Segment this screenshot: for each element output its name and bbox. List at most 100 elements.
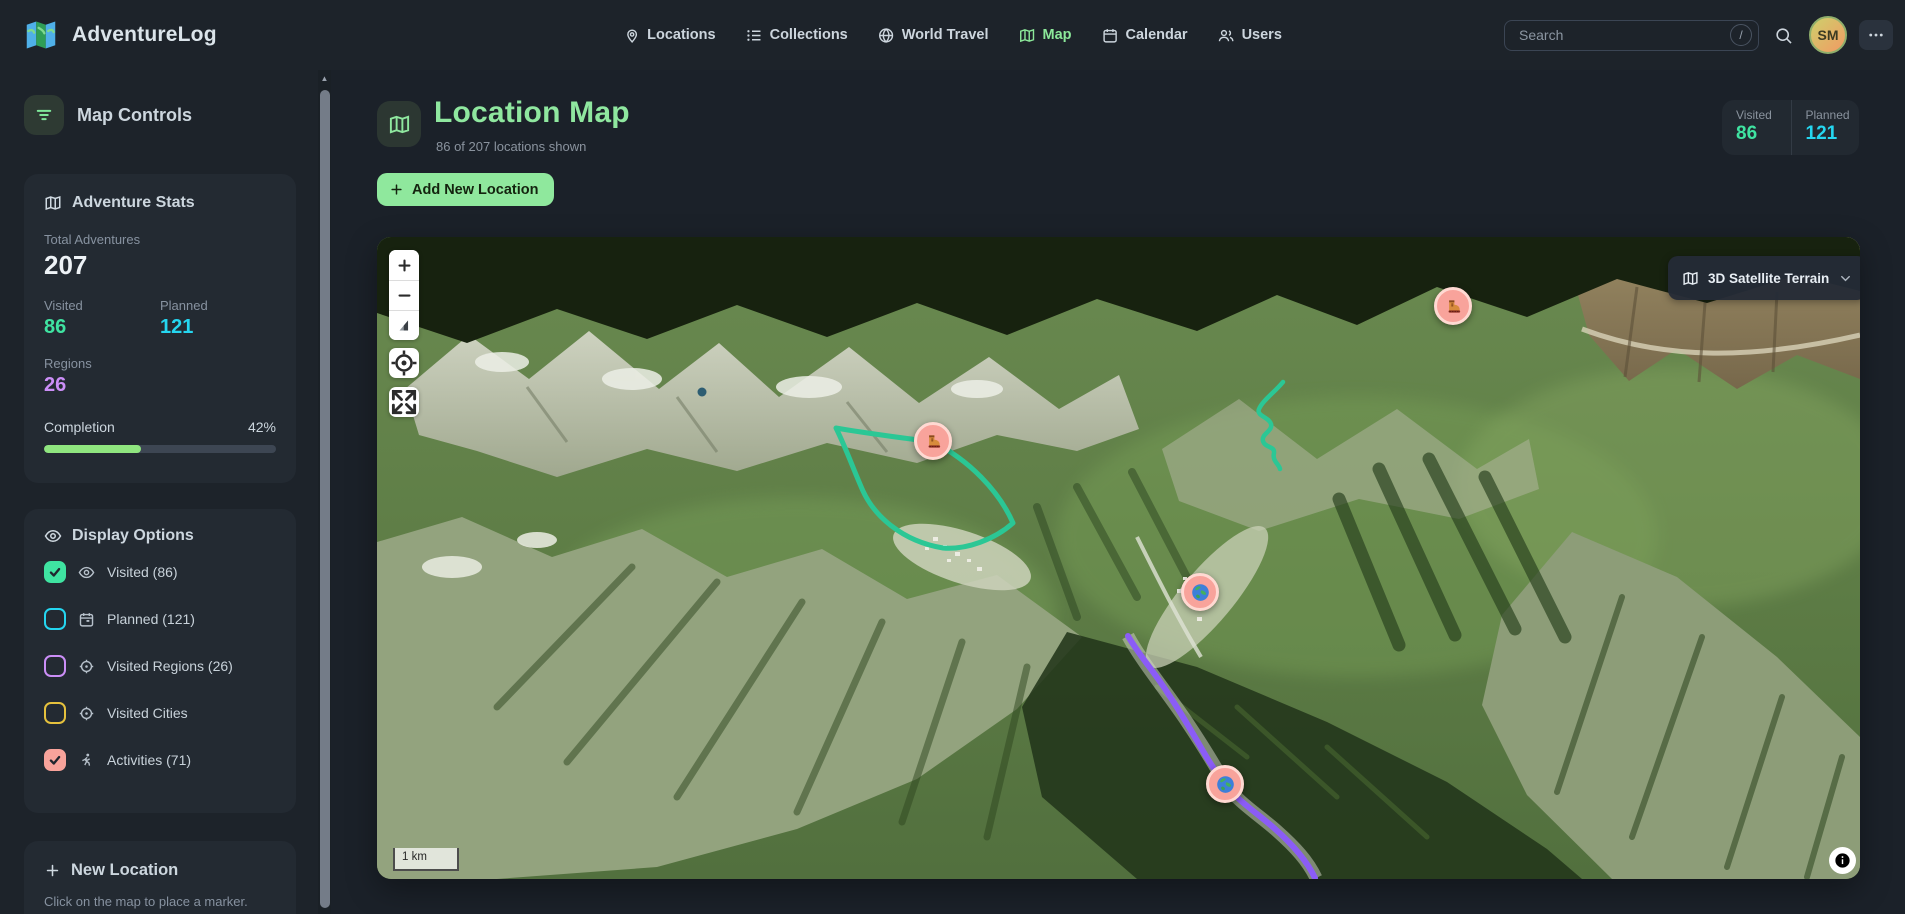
fullscreen-icon xyxy=(389,387,419,417)
nav-item-collections[interactable]: Collections xyxy=(746,27,848,44)
option-label: Visited Regions (26) xyxy=(107,658,233,674)
nav-item-calendar[interactable]: Calendar xyxy=(1102,27,1188,44)
total-adventures-label: Total Adventures xyxy=(44,232,276,247)
zoom-in-button[interactable] xyxy=(389,250,419,280)
navbar-right-cluster: / SM xyxy=(1504,0,1893,70)
new-location-title: New Location xyxy=(71,861,178,880)
plus-icon xyxy=(389,182,404,197)
pin-icon xyxy=(623,27,640,44)
attribution-button[interactable] xyxy=(1829,847,1856,874)
option-visited-regions[interactable]: Visited Regions (26) xyxy=(44,646,276,686)
plus-icon xyxy=(44,862,61,879)
fullscreen-button[interactable] xyxy=(389,387,419,417)
regions-value: 26 xyxy=(44,374,276,397)
nav-label: Locations xyxy=(647,27,715,43)
option-activities[interactable]: Activities (71) xyxy=(44,740,276,780)
sidebar-scrollbar: ▲ xyxy=(318,70,331,914)
planned-value: 121 xyxy=(160,316,276,339)
list-icon xyxy=(746,27,763,44)
badge-visited-label: Visited xyxy=(1736,108,1791,122)
hiking-boot-icon xyxy=(923,431,944,452)
calendar-icon xyxy=(78,611,95,628)
stats-title: Adventure Stats xyxy=(72,194,195,212)
completion-row: Completion 42% xyxy=(44,419,276,435)
planned-label: Planned xyxy=(160,298,276,313)
scrollbar-up-arrow[interactable]: ▲ xyxy=(318,72,331,86)
option-label: Visited Cities xyxy=(107,705,188,721)
stats-card-header: Adventure Stats xyxy=(44,194,276,212)
target-icon xyxy=(78,705,95,722)
new-location-card: New Location Click on the map to place a… xyxy=(24,841,296,914)
map-icon xyxy=(388,113,411,136)
scrollbar-thumb[interactable] xyxy=(320,90,330,908)
user-avatar[interactable]: SM xyxy=(1809,16,1847,54)
planned-checkbox[interactable] xyxy=(44,608,66,630)
runner-icon xyxy=(78,752,95,769)
map-icon xyxy=(44,194,62,212)
search-button[interactable] xyxy=(1767,19,1799,51)
globe-icon xyxy=(1190,582,1211,603)
location-map[interactable]: 3D Satellite Terrain 1 km xyxy=(377,237,1860,879)
eye-icon xyxy=(78,564,95,581)
map-zoom-controls xyxy=(389,250,419,340)
page-title-icon-box xyxy=(377,101,421,147)
activities-checkbox[interactable] xyxy=(44,749,66,771)
visited-marker[interactable] xyxy=(1206,765,1244,803)
map-scale: 1 km xyxy=(393,848,459,871)
option-visited-cities[interactable]: Visited Cities xyxy=(44,693,276,733)
top-navbar: AdventureLog Locations Collections World… xyxy=(0,0,1905,70)
nav-item-locations[interactable]: Locations xyxy=(623,27,715,44)
nav-item-map[interactable]: Map xyxy=(1019,27,1072,44)
zoom-out-button[interactable] xyxy=(389,280,419,310)
option-label: Activities (71) xyxy=(107,752,191,768)
visited-planned-row: Visited 86 Planned 121 xyxy=(44,298,276,339)
compass-pitch-button[interactable] xyxy=(389,310,419,340)
geolocate-button[interactable] xyxy=(389,348,419,378)
search-box: / xyxy=(1504,20,1759,51)
visited-label: Visited xyxy=(44,298,160,313)
app-logo-map-icon xyxy=(22,16,60,54)
nav-label: Calendar xyxy=(1126,27,1188,43)
option-visited[interactable]: Visited (86) xyxy=(44,552,276,592)
target-icon xyxy=(78,658,95,675)
add-new-location-button[interactable]: Add New Location xyxy=(377,173,554,206)
activity-marker[interactable] xyxy=(914,422,952,460)
search-input[interactable] xyxy=(1504,20,1759,51)
app-brand[interactable]: AdventureLog xyxy=(22,16,217,54)
regions-label: Regions xyxy=(44,356,276,371)
map-icon xyxy=(1019,27,1036,44)
visited-planned-badges: Visited 86 Planned 121 xyxy=(1722,100,1859,155)
completion-progress xyxy=(44,445,276,453)
filter-icon xyxy=(34,105,54,125)
visited-cities-checkbox[interactable] xyxy=(44,702,66,724)
completion-fill xyxy=(44,445,141,453)
badge-visited-value: 86 xyxy=(1736,123,1791,145)
new-location-header: New Location xyxy=(44,861,276,880)
option-planned[interactable]: Planned (121) xyxy=(44,599,276,639)
sidebar-title: Map Controls xyxy=(77,105,192,126)
option-label: Planned (121) xyxy=(107,611,195,627)
badge-planned-value: 121 xyxy=(1806,123,1860,145)
visited-regions-checkbox[interactable] xyxy=(44,655,66,677)
new-location-hint: Click on the map to place a marker. xyxy=(44,894,276,909)
check-icon xyxy=(48,565,62,579)
compass-icon xyxy=(396,317,413,334)
display-options-card: Display Options Visited (86) Planned (12… xyxy=(24,509,296,813)
more-menu-button[interactable] xyxy=(1859,20,1893,50)
activity-marker[interactable] xyxy=(1434,287,1472,325)
sidebar-header: Map Controls xyxy=(24,95,192,135)
nav-item-users[interactable]: Users xyxy=(1218,27,1282,44)
visited-checkbox[interactable] xyxy=(44,561,66,583)
chevron-down-icon xyxy=(1838,271,1853,286)
map-style-selector[interactable]: 3D Satellite Terrain xyxy=(1668,256,1860,300)
add-button-label: Add New Location xyxy=(412,182,538,198)
map-terrain xyxy=(377,237,1860,879)
nav-label: Map xyxy=(1043,27,1072,43)
total-adventures-value: 207 xyxy=(44,250,276,281)
map-icon xyxy=(1682,270,1699,287)
minus-icon xyxy=(396,287,413,304)
geolocate-icon xyxy=(389,348,419,378)
nav-item-world-travel[interactable]: World Travel xyxy=(878,27,989,44)
nav-label: World Travel xyxy=(902,27,989,43)
visited-marker[interactable] xyxy=(1181,573,1219,611)
